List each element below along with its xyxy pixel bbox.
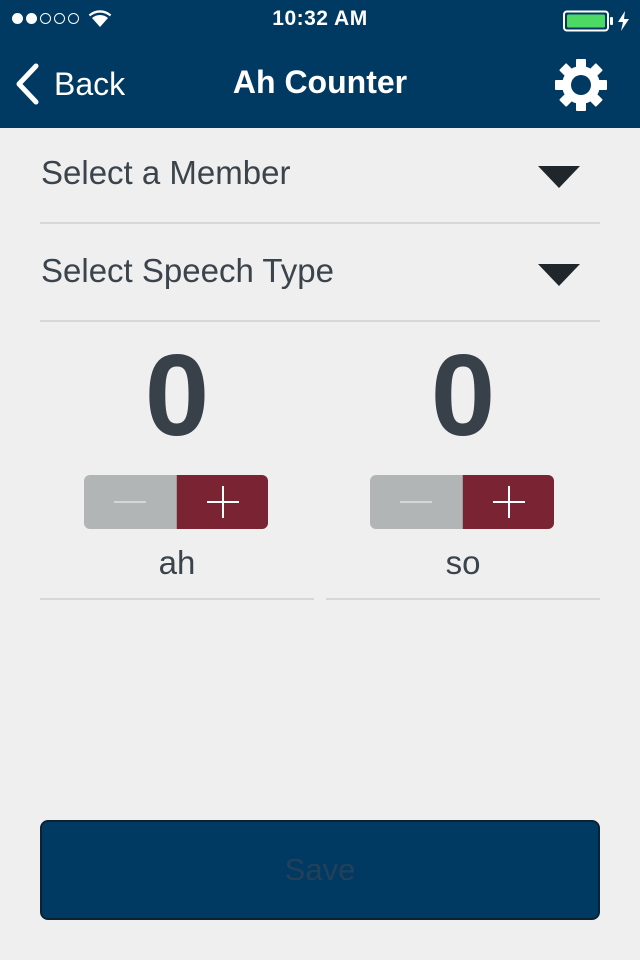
counter-label: so bbox=[445, 544, 481, 581]
counter-value: 0 bbox=[144, 330, 210, 460]
battery-charging-icon bbox=[563, 10, 629, 32]
divider bbox=[326, 598, 600, 600]
decrement-button[interactable] bbox=[84, 475, 176, 529]
page-title: Ah Counter bbox=[232, 64, 408, 100]
ah-counter-screen: 10:32 AM Back Ah Counter Select a Member… bbox=[0, 0, 640, 960]
counter-label: ah bbox=[158, 544, 196, 581]
settings-button[interactable] bbox=[553, 57, 609, 113]
status-time: 10:32 AM bbox=[272, 7, 368, 30]
counter-so: 0 so bbox=[326, 322, 600, 600]
increment-button[interactable] bbox=[462, 475, 554, 529]
navigation-bar: Back Ah Counter bbox=[0, 40, 640, 128]
increment-button[interactable] bbox=[176, 475, 268, 529]
select-speech-type-dropdown[interactable]: Select Speech Type bbox=[40, 226, 600, 322]
gear-icon bbox=[555, 59, 607, 111]
divider bbox=[40, 598, 314, 600]
select-member-dropdown[interactable]: Select a Member bbox=[40, 128, 600, 224]
save-button[interactable]: Save bbox=[40, 820, 600, 920]
counter-ah: 0 ah bbox=[40, 322, 314, 600]
decrement-button[interactable] bbox=[370, 475, 462, 529]
counter-stepper bbox=[84, 475, 268, 529]
caret-down-icon bbox=[538, 166, 580, 188]
counter-value: 0 bbox=[430, 330, 496, 460]
status-bar: 10:32 AM bbox=[0, 0, 640, 40]
select-member-label: Select a Member bbox=[41, 154, 291, 191]
save-label: Save bbox=[284, 852, 356, 887]
select-speech-type-label: Select Speech Type bbox=[41, 252, 334, 289]
top-bar: 10:32 AM Back Ah Counter bbox=[0, 0, 640, 128]
caret-down-icon bbox=[538, 264, 580, 286]
counter-stepper bbox=[370, 475, 554, 529]
